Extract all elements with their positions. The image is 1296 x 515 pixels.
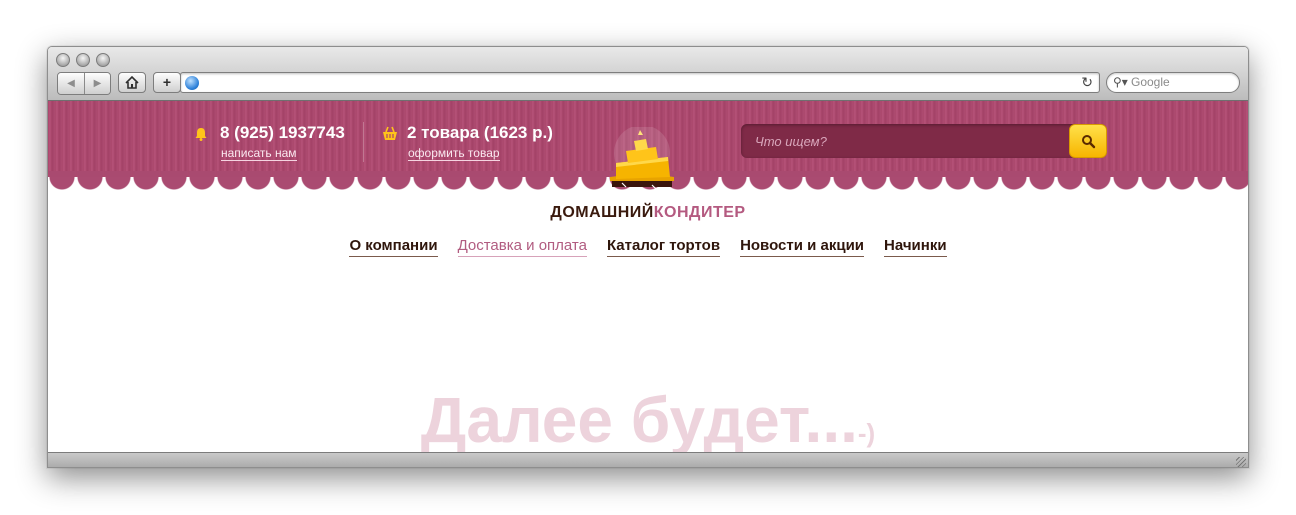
smile-label: -) xyxy=(857,418,876,448)
history-buttons: ◀ ▶ xyxy=(57,72,111,95)
bell-icon xyxy=(195,128,207,141)
reload-icon[interactable]: ↻ xyxy=(1081,74,1093,91)
brand-name[interactable]: ДОМАШНИЙКОНДИТЕР xyxy=(48,204,1248,222)
basket-icon xyxy=(383,126,397,140)
search-icon xyxy=(1082,135,1096,149)
forward-button[interactable]: ▶ xyxy=(84,73,110,94)
browser-toolbar: ◀ ▶ + ↻ ⚲▾ Google xyxy=(48,47,1248,101)
magnifier-icon: ⚲▾ xyxy=(1113,75,1128,89)
main-menu: О компании Доставка и оплата Каталог тор… xyxy=(48,237,1248,257)
home-icon xyxy=(125,75,139,89)
menu-item-news[interactable]: Новости и акции xyxy=(740,237,865,257)
menu-item-catalog[interactable]: Каталог тортов xyxy=(606,237,721,257)
forward-arrow-icon: ▶ xyxy=(93,78,102,89)
globe-icon xyxy=(185,76,199,90)
cart-summary[interactable]: 2 товара (1623 р.) xyxy=(407,123,553,143)
minimize-window-button[interactable] xyxy=(76,53,90,67)
resize-grip-icon[interactable] xyxy=(1236,457,1246,467)
menu-item-about[interactable]: О компании xyxy=(349,237,438,257)
browser-window: ◀ ▶ + ↻ ⚲▾ Google 8 (925) 1937743 написа… xyxy=(47,46,1249,468)
browser-search-placeholder: Google xyxy=(1131,75,1170,89)
status-bar xyxy=(48,452,1248,467)
header-divider xyxy=(363,122,364,162)
zoom-window-button[interactable] xyxy=(96,53,110,67)
back-button[interactable]: ◀ xyxy=(58,73,84,94)
window-controls xyxy=(56,53,110,67)
plus-icon: + xyxy=(162,74,172,90)
site-search-input[interactable] xyxy=(741,124,1069,158)
menu-item-fillings[interactable]: Начинки xyxy=(884,237,947,257)
site-search xyxy=(741,124,1107,158)
address-bar[interactable]: ↻ xyxy=(180,72,1100,93)
brand-part-2: КОНДИТЕР xyxy=(653,204,746,221)
add-bookmark-button[interactable]: + xyxy=(153,72,181,93)
cake-logo-icon[interactable] xyxy=(598,127,686,193)
menu-item-delivery[interactable]: Доставка и оплата xyxy=(457,237,587,257)
search-button[interactable] xyxy=(1069,124,1107,158)
brand-part-1: ДОМАШНИЙ xyxy=(550,204,654,221)
write-us-link[interactable]: написать нам xyxy=(221,146,297,161)
phone-number[interactable]: 8 (925) 1937743 xyxy=(220,123,345,143)
checkout-link[interactable]: оформить товар xyxy=(408,146,500,161)
back-arrow-icon: ◀ xyxy=(67,78,75,89)
home-button[interactable] xyxy=(118,72,146,93)
browser-search-field[interactable]: ⚲▾ Google xyxy=(1106,72,1240,93)
close-window-button[interactable] xyxy=(56,53,70,67)
coming-soon-label: Далее будет... xyxy=(420,384,858,456)
coming-soon-text: Далее будет...-) xyxy=(48,383,1248,457)
